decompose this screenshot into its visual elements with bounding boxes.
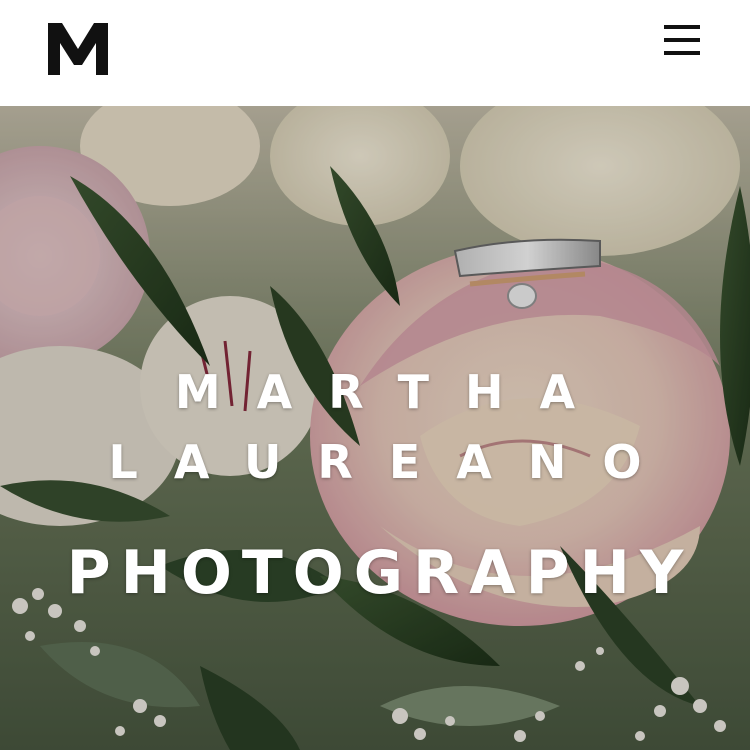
hamburger-menu-icon-bottom-bar [664, 51, 700, 55]
page: MARTHA LAUREANO PHOTOGRAPHY [0, 0, 750, 750]
hamburger-menu-icon-middle-bar [664, 38, 700, 42]
hamburger-menu-icon [664, 25, 700, 29]
hero-title-line-1: MARTHA [174, 364, 612, 419]
hero-background-image [0, 106, 750, 750]
site-header [0, 0, 750, 106]
site-logo[interactable] [46, 17, 110, 79]
hero-title-line-3: PHOTOGRAPHY [66, 538, 694, 609]
hero-section: MARTHA LAUREANO PHOTOGRAPHY [0, 106, 750, 750]
hero-title-line-2: LAUREANO [108, 434, 678, 489]
hamburger-menu-button[interactable] [660, 22, 704, 58]
monogram-m-logo-icon [48, 23, 108, 75]
